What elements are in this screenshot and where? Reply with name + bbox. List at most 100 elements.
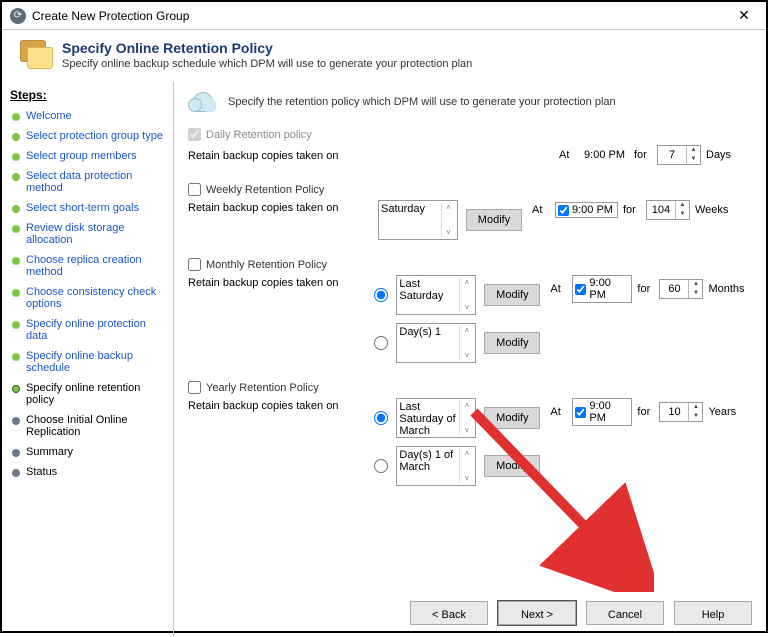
chevron-up-icon[interactable]: ˄ (446, 203, 451, 212)
weekly-value[interactable] (647, 204, 675, 216)
step-label: Summary (26, 446, 73, 458)
step-dot-icon (12, 173, 20, 181)
weekly-checkbox[interactable] (188, 183, 201, 196)
wizard-footer: < Back Next > Cancel Help (410, 601, 752, 625)
step-label: Welcome (26, 110, 72, 122)
step-10[interactable]: Specify online retention policy (10, 378, 169, 410)
step-dot-icon (12, 225, 20, 233)
step-13[interactable]: Status (10, 462, 169, 482)
steps-sidebar: Steps: Welcome Select protection group ty… (2, 82, 174, 637)
weekly-time-check[interactable] (558, 205, 569, 216)
back-button[interactable]: < Back (410, 601, 488, 625)
yearly-policy: Yearly Retention Policy Retain backup co… (188, 381, 752, 486)
step-label: Select group members (26, 150, 137, 162)
app-icon: ⟳ (10, 8, 26, 24)
cloud-icon (188, 92, 218, 112)
step-3[interactable]: Select data protection method (10, 166, 169, 198)
step-8[interactable]: Specify online protection data (10, 314, 169, 346)
spin-up-icon[interactable]: ▲ (687, 146, 700, 155)
yearly-modify-2[interactable]: Modify (484, 455, 540, 477)
step-dot-icon (12, 385, 20, 393)
step-dot-icon (12, 257, 20, 265)
monthly-policy: Monthly Retention Policy Retain backup c… (188, 258, 752, 363)
step-dot-icon (12, 469, 20, 477)
weekly-spinner[interactable]: ▲▼ (646, 200, 690, 220)
step-dot-icon (12, 289, 20, 297)
monthly-label: Monthly Retention Policy (206, 259, 327, 271)
steps-heading: Steps: (10, 88, 169, 102)
daily-spinner[interactable]: ▲▼ (657, 145, 701, 165)
step-dot-icon (12, 133, 20, 141)
step-dot-icon (12, 113, 20, 121)
yearly-retain-label: Retain backup copies taken on (188, 398, 374, 412)
weekly-policy: Weekly Retention Policy Retain backup co… (188, 183, 752, 240)
spin-down-icon[interactable]: ▼ (687, 155, 700, 164)
yearly-radio-1[interactable] (374, 411, 388, 425)
step-0[interactable]: Welcome (10, 106, 169, 126)
daily-value[interactable] (658, 149, 686, 161)
step-9[interactable]: Specify online backup schedule (10, 346, 169, 378)
step-label: Choose Initial Online Replication (26, 414, 167, 438)
weekly-modify-button[interactable]: Modify (466, 209, 522, 231)
step-label: Choose replica creation method (26, 254, 167, 278)
yearly-checkbox[interactable] (188, 381, 201, 394)
yearly-opt1-list[interactable]: Last Saturday of March˄˅ (396, 398, 476, 438)
step-1[interactable]: Select protection group type (10, 126, 169, 146)
for-label: for (634, 149, 652, 161)
step-label: Select protection group type (26, 130, 163, 142)
weekly-time[interactable]: 9:00 PM (555, 202, 618, 218)
step-label: Select data protection method (26, 170, 167, 194)
close-icon[interactable]: ✕ (730, 7, 758, 24)
help-button[interactable]: Help (674, 601, 752, 625)
step-dot-icon (12, 417, 20, 425)
weekly-schedule-list[interactable]: Saturday˄˅ (378, 200, 458, 240)
folder-icon (20, 40, 52, 72)
step-4[interactable]: Select short-term goals (10, 198, 169, 218)
cancel-button[interactable]: Cancel (586, 601, 664, 625)
step-12[interactable]: Summary (10, 442, 169, 462)
weekly-retain-label: Retain backup copies taken on (188, 200, 378, 214)
step-label: Select short-term goals (26, 202, 139, 214)
step-label: Specify online protection data (26, 318, 167, 342)
page-subtitle: Specify online backup schedule which DPM… (62, 58, 472, 70)
step-6[interactable]: Choose replica creation method (10, 250, 169, 282)
yearly-modify-1[interactable]: Modify (484, 407, 540, 429)
yearly-spinner[interactable]: ▲▼ (659, 402, 703, 422)
monthly-radio-2[interactable] (374, 336, 388, 350)
at-label: At (559, 149, 577, 161)
window-title: Create New Protection Group (32, 9, 730, 23)
step-dot-icon (12, 353, 20, 361)
step-dot-icon (12, 205, 20, 213)
daily-time: 9:00 PM (582, 148, 629, 162)
page-title: Specify Online Retention Policy (62, 40, 472, 56)
step-dot-icon (12, 153, 20, 161)
yearly-time[interactable]: 9:00 PM (572, 398, 632, 426)
daily-policy: Daily Retention policy Retain backup cop… (188, 128, 752, 165)
monthly-retain-label: Retain backup copies taken on (188, 275, 374, 289)
daily-retain-label: Retain backup copies taken on (188, 148, 378, 162)
monthly-opt2-list[interactable]: Day(s) 1˄˅ (396, 323, 476, 363)
next-button[interactable]: Next > (498, 601, 576, 625)
monthly-radio-1[interactable] (374, 288, 388, 302)
step-label: Specify online retention policy (26, 382, 167, 406)
step-7[interactable]: Choose consistency check options (10, 282, 169, 314)
yearly-radio-2[interactable] (374, 459, 388, 473)
page-header: Specify Online Retention Policy Specify … (2, 30, 766, 82)
monthly-checkbox[interactable] (188, 258, 201, 271)
monthly-time[interactable]: 9:00 PM (572, 275, 632, 303)
monthly-spinner[interactable]: ▲▼ (659, 279, 703, 299)
step-label: Choose consistency check options (26, 286, 167, 310)
content-pane: Specify the retention policy which DPM w… (174, 82, 766, 637)
step-2[interactable]: Select group members (10, 146, 169, 166)
daily-checkbox (188, 128, 201, 141)
step-dot-icon (12, 321, 20, 329)
monthly-opt1-list[interactable]: Last Saturday˄˅ (396, 275, 476, 315)
step-11[interactable]: Choose Initial Online Replication (10, 410, 169, 442)
monthly-modify-2[interactable]: Modify (484, 332, 540, 354)
daily-label: Daily Retention policy (206, 129, 312, 141)
yearly-opt2-list[interactable]: Day(s) 1 of March˄˅ (396, 446, 476, 486)
step-label: Status (26, 466, 57, 478)
step-5[interactable]: Review disk storage allocation (10, 218, 169, 250)
monthly-modify-1[interactable]: Modify (484, 284, 540, 306)
chevron-down-icon[interactable]: ˅ (446, 228, 451, 237)
